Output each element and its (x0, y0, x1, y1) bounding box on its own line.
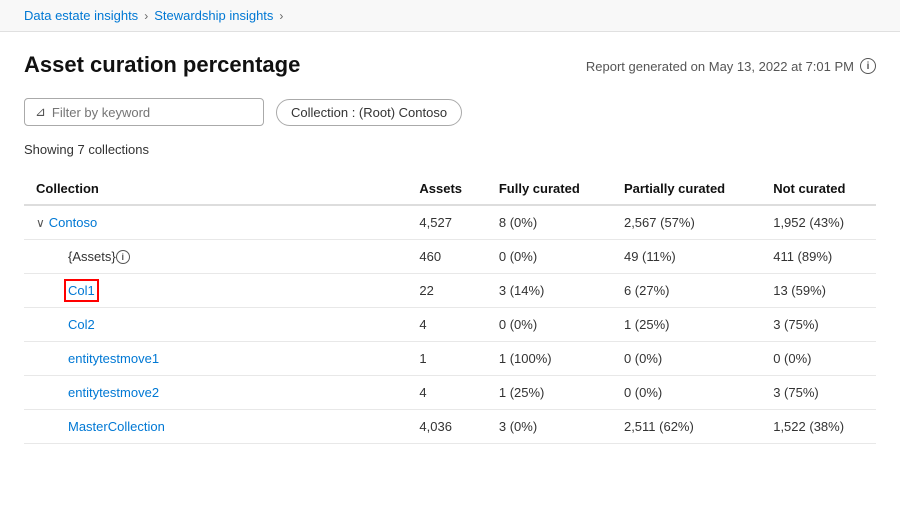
table-cell-not-curated: 3 (75%) (761, 376, 876, 410)
table-cell-not-curated: 3 (75%) (761, 308, 876, 342)
col-header-fully-curated: Fully curated (487, 173, 612, 205)
table-cell-assets: 1 (407, 342, 486, 376)
table-cell-collection: {Assets}i (24, 240, 407, 274)
assets-info-icon[interactable]: i (116, 250, 130, 264)
table-cell-partially-curated: 0 (0%) (612, 376, 761, 410)
collection-link[interactable]: Col2 (68, 317, 95, 332)
table-cell-not-curated: 1,952 (43%) (761, 205, 876, 240)
table-cell-collection: Col2 (24, 308, 407, 342)
table-row: Col1 223 (14%)6 (27%)13 (59%) (24, 274, 876, 308)
table-cell-fully-curated: 0 (0%) (487, 308, 612, 342)
table-cell-partially-curated: 2,567 (57%) (612, 205, 761, 240)
collection-link[interactable]: Contoso (49, 215, 97, 230)
breadcrumb-current-link[interactable]: Stewardship insights (154, 8, 273, 23)
filters-row: ⊿ Collection : (Root) Contoso (24, 98, 876, 126)
table-cell-collection: entitytestmove2 (24, 376, 407, 410)
collection-badge[interactable]: Collection : (Root) Contoso (276, 99, 462, 126)
table-cell-fully-curated: 8 (0%) (487, 205, 612, 240)
col-header-assets: Assets (407, 173, 486, 205)
collapse-button[interactable]: ∨ (36, 216, 45, 230)
filter-keyword-input[interactable] (52, 105, 253, 120)
table-cell-fully-curated: 1 (25%) (487, 376, 612, 410)
table-cell-fully-curated: 0 (0%) (487, 240, 612, 274)
table-cell-fully-curated: 1 (100%) (487, 342, 612, 376)
table-cell-not-curated: 411 (89%) (761, 240, 876, 274)
collection-link[interactable]: MasterCollection (68, 419, 165, 434)
table-cell-partially-curated: 49 (11%) (612, 240, 761, 274)
table-cell-partially-curated: 1 (25%) (612, 308, 761, 342)
report-info: Report generated on May 13, 2022 at 7:01… (586, 58, 876, 74)
table-cell-not-curated: 1,522 (38%) (761, 410, 876, 444)
asset-curation-table: Collection Assets Fully curated Partiall… (24, 173, 876, 444)
breadcrumb-parent-link[interactable]: Data estate insights (24, 8, 138, 23)
main-content: Asset curation percentage Report generat… (0, 32, 900, 464)
col-header-collection: Collection (24, 173, 407, 205)
table-cell-collection: MasterCollection (24, 410, 407, 444)
collection-link[interactable]: entitytestmove2 (68, 385, 159, 400)
breadcrumb-separator2: › (279, 9, 283, 23)
table-cell-partially-curated: 0 (0%) (612, 342, 761, 376)
filter-icon: ⊿ (35, 104, 46, 120)
table-cell-not-curated: 13 (59%) (761, 274, 876, 308)
table-cell-assets: 4 (407, 376, 486, 410)
col-header-partially-curated: Partially curated (612, 173, 761, 205)
table-row: Col2 40 (0%)1 (25%)3 (75%) (24, 308, 876, 342)
report-generated-text: Report generated on May 13, 2022 at 7:01… (586, 59, 854, 74)
table-cell-fully-curated: 3 (14%) (487, 274, 612, 308)
table-cell-partially-curated: 6 (27%) (612, 274, 761, 308)
table-cell-assets: 22 (407, 274, 486, 308)
table-cell-assets: 460 (407, 240, 486, 274)
col-header-not-curated: Not curated (761, 173, 876, 205)
table-cell-assets: 4,527 (407, 205, 486, 240)
table-row: ∨ Contoso 4,5278 (0%)2,567 (57%)1,952 (43%… (24, 205, 876, 240)
collection-link[interactable]: Col1 (68, 283, 95, 298)
table-row: MasterCollection 4,0363 (0%)2,511 (62%)1,… (24, 410, 876, 444)
table-cell-fully-curated: 3 (0%) (487, 410, 612, 444)
page-title: Asset curation percentage (24, 52, 300, 78)
table-cell-collection: entitytestmove1 (24, 342, 407, 376)
page-header: Asset curation percentage Report generat… (24, 52, 876, 78)
table-cell-collection: ∨ Contoso (24, 205, 407, 240)
table-cell-partially-curated: 2,511 (62%) (612, 410, 761, 444)
table-header: Collection Assets Fully curated Partiall… (24, 173, 876, 205)
table-cell-assets: 4,036 (407, 410, 486, 444)
table-row: entitytestmove111 (100%)0 (0%)0 (0%) (24, 342, 876, 376)
showing-collections-label: Showing 7 collections (24, 142, 876, 157)
assets-label: {Assets} (68, 249, 116, 264)
report-info-icon[interactable]: i (860, 58, 876, 74)
table-body: ∨ Contoso 4,5278 (0%)2,567 (57%)1,952 (43%… (24, 205, 876, 444)
table-cell-not-curated: 0 (0%) (761, 342, 876, 376)
table-row: entitytestmove2 41 (25%)0 (0%)3 (75%) (24, 376, 876, 410)
table-cell-assets: 4 (407, 308, 486, 342)
table-row: {Assets}i4600 (0%)49 (11%)411 (89%) (24, 240, 876, 274)
filter-input-wrap[interactable]: ⊿ (24, 98, 264, 126)
breadcrumb: Data estate insights › Stewardship insig… (0, 0, 900, 32)
breadcrumb-separator: › (144, 9, 148, 23)
collection-link[interactable]: entitytestmove1 (68, 351, 159, 366)
table-header-row: Collection Assets Fully curated Partiall… (24, 173, 876, 205)
table-cell-collection: Col1 (24, 274, 407, 308)
